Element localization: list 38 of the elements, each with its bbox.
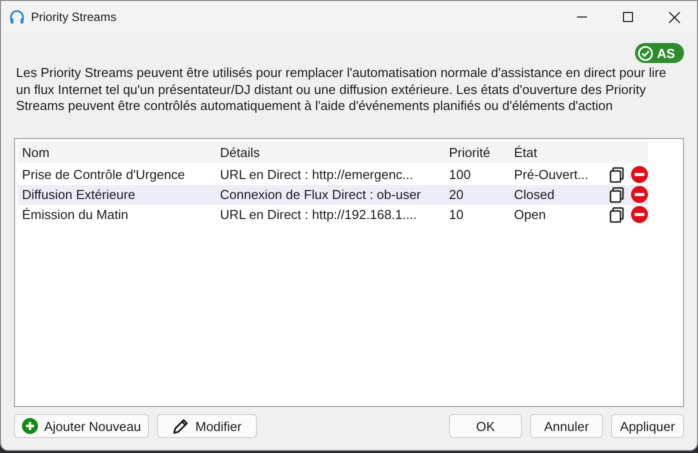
details-cell-text: URL en Direct : http://emergenc...: [219, 167, 414, 182]
edit-button[interactable]: Modifier: [157, 414, 257, 438]
copy-icon[interactable]: [609, 186, 625, 202]
dialog-button[interactable]: Annuler: [530, 414, 603, 438]
delete-icon[interactable]: [631, 186, 648, 203]
status-badge: AS: [634, 43, 684, 63]
window-title: Priority Streams: [31, 10, 118, 24]
maximize-icon[interactable]: [623, 12, 633, 22]
dialog-button[interactable]: OK: [449, 414, 522, 438]
name-cell-text: Diffusion Extérieure: [21, 187, 136, 202]
state-cell-text: Pré-Ouvert...: [513, 167, 590, 182]
table-row[interactable]: Émission du Matin URL en Direct : http://192.168.1.... 10 Open: [18, 204, 648, 224]
add-button[interactable]: Ajouter Nouveau: [14, 414, 149, 438]
details-cell-text: Connexion de Flux Direct : ob-user: [219, 187, 422, 202]
details-cell-text: URL en Direct : http://192.168.1....: [219, 207, 418, 222]
priority-cell-text: 20: [448, 187, 464, 202]
table-row[interactable]: Diffusion Extérieure Connexion de Flux Direct : ob-user 20 Closed: [18, 184, 648, 204]
add-icon: [22, 418, 38, 434]
column-header[interactable]: Priorité: [445, 144, 510, 160]
column-header[interactable]: Détails: [216, 144, 445, 160]
state-cell-text: Open: [513, 207, 547, 222]
dialog-button[interactable]: Appliquer: [611, 414, 684, 438]
pencil-icon: [172, 418, 190, 434]
description-text: Les Priority Streams peuvent être utilisés pour remplacer l'automatisation normale d'assistance en direct pour lire un flux Internet tel qu'un présentateur/DJ distant ou une diffusion extérieure. Les états d'ouverture des Priority Streams peuvent être contrôlés automatiquement à l'aide d'événements planifiés ou d'éléments d'action: [15, 65, 668, 114]
delete-icon[interactable]: [631, 166, 648, 183]
copy-icon[interactable]: [609, 166, 625, 182]
copy-icon[interactable]: [609, 206, 625, 222]
close-icon[interactable]: [668, 12, 680, 22]
headphones-icon: [9, 9, 25, 25]
delete-icon[interactable]: [631, 206, 648, 223]
name-cell-text: Prise de Contrôle d'Urgence: [21, 167, 186, 182]
check-icon: [638, 46, 653, 60]
priority-cell-text: 10: [448, 207, 464, 222]
name-cell-text: Émission du Matin: [21, 207, 130, 222]
column-header[interactable]: Nom: [18, 144, 216, 160]
priority-cell-text: 100: [448, 167, 472, 182]
column-header[interactable]: État: [510, 144, 602, 160]
state-cell-text: Closed: [513, 187, 556, 202]
